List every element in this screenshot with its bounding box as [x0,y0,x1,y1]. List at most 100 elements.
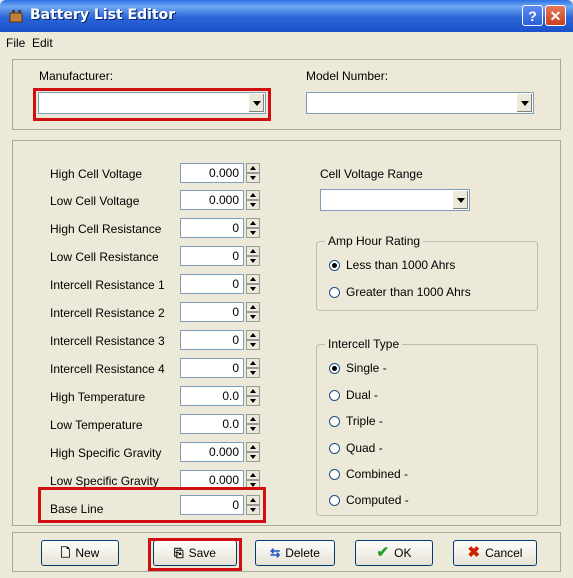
intercell-type-title: Intercell Type [325,337,403,351]
high-cell-voltage-input[interactable]: 0.000 [180,163,244,183]
spin-up-icon[interactable] [246,330,260,340]
field-label: Intercell Resistance 1 [50,278,165,292]
menu-file[interactable]: File [6,36,25,50]
low-cell-resistance-input[interactable]: 0 [180,246,244,266]
radio-icon[interactable] [329,443,340,454]
spin-up-icon[interactable] [246,386,260,396]
spin-buttons[interactable] [246,246,260,266]
low-temperature-input[interactable]: 0.0 [180,414,244,434]
spin-buttons[interactable] [246,386,260,406]
radio-icon[interactable] [329,416,340,427]
field-label: High Cell Resistance [50,222,162,236]
low-cell-voltage-input[interactable]: 0.000 [180,190,244,210]
radio-icon[interactable] [329,469,340,480]
spin-down-icon[interactable] [246,200,260,210]
spin-buttons[interactable] [246,330,260,350]
high-temperature-input[interactable]: 0.0 [180,386,244,406]
menu-edit[interactable]: Edit [32,36,53,50]
help-button[interactable]: ? [522,5,543,26]
cell-voltage-range-combo[interactable] [320,189,470,211]
spin-up-icon[interactable] [246,495,260,505]
spin-buttons[interactable] [246,495,260,515]
spin-buttons[interactable] [246,414,260,434]
intercell-resistance-2-input[interactable]: 0 [180,302,244,322]
spin-down-icon[interactable] [246,256,260,266]
intercell-combined-radio[interactable]: Combined - [329,467,408,481]
spin-buttons[interactable] [246,190,260,210]
field-label: Intercell Resistance 4 [50,362,165,376]
spin-up-icon[interactable] [246,218,260,228]
spin-down-icon[interactable] [246,284,260,294]
spin-buttons[interactable] [246,470,260,490]
amp-hour-less-radio[interactable]: Less than 1000 Ahrs [329,258,455,272]
spin-down-icon[interactable] [246,368,260,378]
spin-down-icon[interactable] [246,396,260,406]
spin-up-icon[interactable] [246,414,260,424]
high-specific-gravity-input[interactable]: 0.000 [180,442,244,462]
low-specific-gravity-input[interactable]: 0.000 [180,470,244,490]
radio-icon[interactable] [329,390,340,401]
field-label: Low Cell Voltage [50,194,140,208]
field-label: High Temperature [50,390,146,404]
chevron-down-icon[interactable] [248,94,264,112]
spin-up-icon[interactable] [246,246,260,256]
spin-up-icon[interactable] [246,190,260,200]
save-button-label: Save [188,546,216,560]
radio-label: Computed - [346,493,409,507]
intercell-triple-radio[interactable]: Triple - [329,414,383,428]
spin-down-icon[interactable] [246,228,260,238]
new-button[interactable]: 🗋 New [41,540,119,566]
intercell-resistance-4-input[interactable]: 0 [180,358,244,378]
radio-label: Greater than 1000 Ahrs [346,285,471,299]
spin-buttons[interactable] [246,163,260,183]
chevron-down-icon[interactable] [452,191,468,209]
save-button[interactable]: ⎘ Save [153,540,237,566]
manufacturer-combo[interactable] [38,92,266,114]
intercell-quad-radio[interactable]: Quad - [329,441,383,455]
spin-down-icon[interactable] [246,173,260,183]
radio-icon[interactable] [329,287,340,298]
spin-buttons[interactable] [246,442,260,462]
chevron-down-icon[interactable] [516,94,532,112]
intercell-single-radio[interactable]: Single - [329,361,387,375]
spin-buttons[interactable] [246,218,260,238]
spin-up-icon[interactable] [246,163,260,173]
menu-bar: File Edit [0,32,573,54]
radio-selected-icon[interactable] [329,363,340,374]
model-number-combo[interactable] [306,92,534,114]
intercell-resistance-3-input[interactable]: 0 [180,330,244,350]
spin-buttons[interactable] [246,274,260,294]
spin-up-icon[interactable] [246,470,260,480]
spin-up-icon[interactable] [246,442,260,452]
cell-voltage-range-label: Cell Voltage Range [320,167,423,181]
radio-selected-icon[interactable] [329,260,340,271]
spin-down-icon[interactable] [246,505,260,515]
spin-buttons[interactable] [246,302,260,322]
title-bar[interactable]: Battery List Editor ? ✕ [0,0,573,32]
spin-down-icon[interactable] [246,452,260,462]
base-line-input[interactable]: 0 [180,495,244,515]
intercell-dual-radio[interactable]: Dual - [329,388,378,402]
radio-label: Triple - [346,414,383,428]
new-document-icon: 🗋 [60,546,71,560]
intercell-computed-radio[interactable]: Computed - [329,493,409,507]
field-label: Low Specific Gravity [50,474,159,488]
spin-down-icon[interactable] [246,480,260,490]
spin-buttons[interactable] [246,358,260,378]
spin-up-icon[interactable] [246,274,260,284]
spin-up-icon[interactable] [246,358,260,368]
ok-button[interactable]: ✔ OK [355,540,433,566]
radio-icon[interactable] [329,495,340,506]
save-icon: ⎘ [174,546,184,560]
spin-down-icon[interactable] [246,424,260,434]
delete-button[interactable]: ⇆ Delete [255,540,335,566]
spin-up-icon[interactable] [246,302,260,312]
close-button[interactable]: ✕ [545,5,566,26]
spin-down-icon[interactable] [246,340,260,350]
amp-hour-greater-radio[interactable]: Greater than 1000 Ahrs [329,285,471,299]
cancel-button[interactable]: ✖ Cancel [453,540,537,566]
spin-down-icon[interactable] [246,312,260,322]
high-cell-resistance-input[interactable]: 0 [180,218,244,238]
field-label: Base Line [50,502,104,516]
intercell-resistance-1-input[interactable]: 0 [180,274,244,294]
